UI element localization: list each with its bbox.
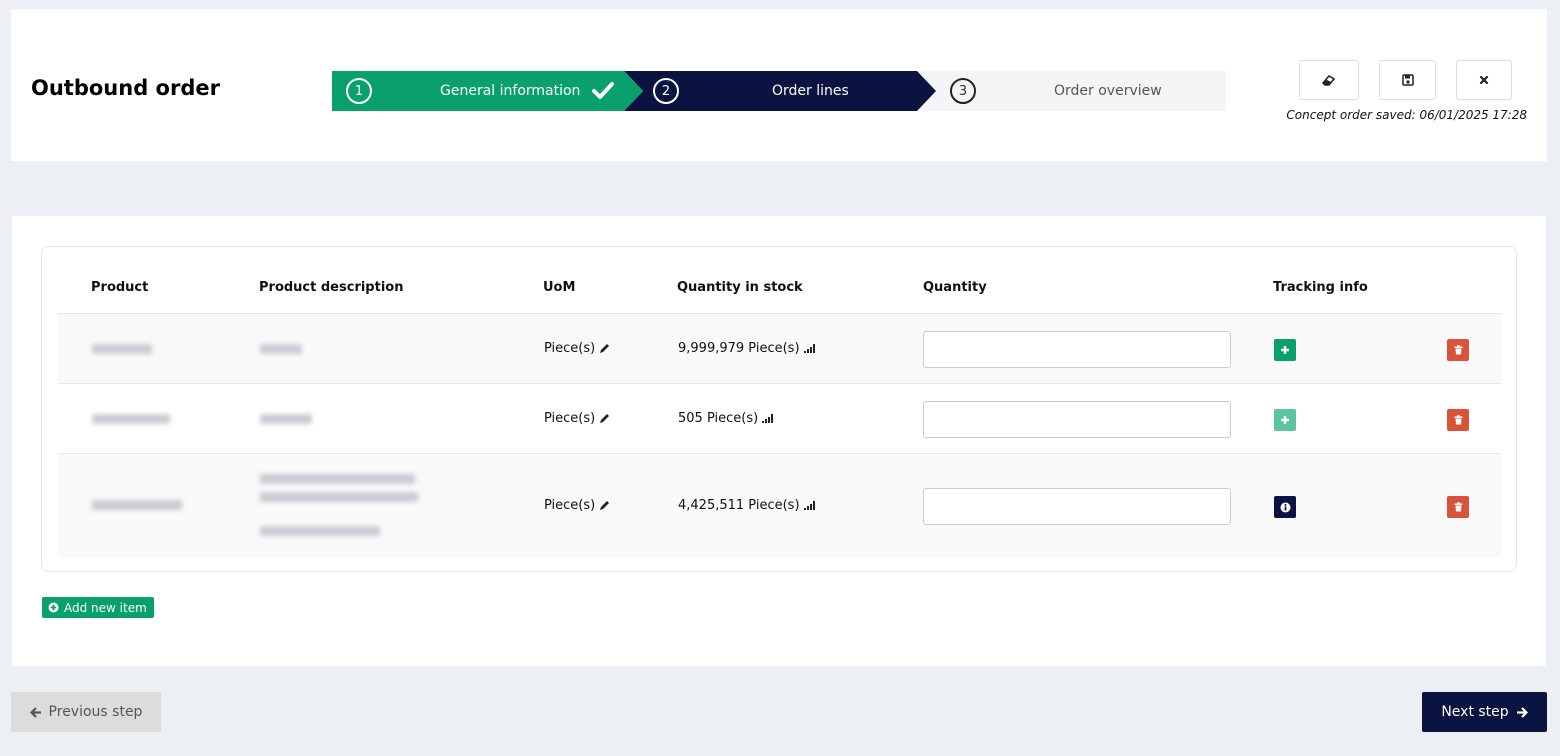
trash-icon — [1454, 345, 1462, 355]
delete-row-button[interactable] — [1447, 339, 1469, 361]
step-order-overview[interactable]: 3 Order overview — [917, 71, 1226, 111]
step-label: Order lines — [772, 83, 849, 99]
close-icon — [1479, 75, 1489, 85]
table-row: Piece(s) 9,999,979 Piece(s) — [58, 313, 1501, 383]
product-description-redacted — [260, 344, 302, 354]
column-header-quantity: Quantity — [923, 280, 987, 295]
table-row: Piece(s) 505 Piece(s) — [58, 383, 1501, 453]
step-general-information[interactable]: 1 General information — [332, 71, 643, 111]
delete-row-button[interactable] — [1447, 409, 1469, 431]
stock-value: 505 Piece(s) — [678, 411, 759, 426]
previous-step-button[interactable]: Previous step — [11, 692, 161, 732]
step-label: General information — [440, 83, 581, 99]
close-button[interactable] — [1456, 60, 1512, 100]
uom-value: Piece(s) — [544, 498, 596, 513]
order-lines-table: Product Product description UoM Quantity… — [41, 246, 1517, 572]
add-tracking-button[interactable] — [1274, 409, 1296, 431]
pencil-icon — [600, 414, 610, 423]
stock-cell: 4,425,511 Piece(s) — [678, 498, 817, 513]
step-number: 3 — [950, 78, 976, 104]
step-label: Order overview — [1054, 83, 1162, 99]
stock-value: 4,425,511 Piece(s) — [678, 498, 800, 513]
product-description-redacted — [260, 526, 380, 536]
saved-status-text: Concept order saved: 06/01/2025 17:28 — [1286, 108, 1527, 122]
step-number: 2 — [653, 78, 679, 104]
product-code-redacted — [92, 414, 170, 424]
arrow-left-icon — [29, 706, 41, 718]
column-header-product: Product — [91, 280, 149, 295]
trash-icon — [1454, 415, 1462, 425]
main-card: Product Product description UoM Quantity… — [12, 216, 1546, 666]
quantity-input[interactable] — [923, 331, 1231, 368]
product-code-redacted — [92, 344, 152, 354]
plus-icon — [1281, 416, 1289, 424]
stock-cell: 505 Piece(s) — [678, 411, 775, 426]
save-button[interactable] — [1379, 60, 1436, 100]
uom-value: Piece(s) — [544, 341, 596, 356]
add-tracking-button[interactable] — [1274, 339, 1296, 361]
product-description-redacted — [260, 474, 415, 484]
trash-icon — [1454, 502, 1462, 512]
product-description-redacted — [260, 492, 418, 502]
next-step-label: Next step — [1441, 704, 1509, 720]
step-number: 1 — [346, 78, 372, 104]
column-header-product-description: Product description — [259, 280, 404, 295]
stock-cell: 9,999,979 Piece(s) — [678, 341, 817, 356]
next-step-button[interactable]: Next step — [1422, 692, 1547, 732]
uom-cell[interactable]: Piece(s) — [544, 411, 610, 426]
quantity-input[interactable] — [923, 401, 1231, 438]
stock-levels-icon — [803, 344, 815, 353]
uom-value: Piece(s) — [544, 411, 596, 426]
uom-cell[interactable]: Piece(s) — [544, 498, 610, 513]
pencil-icon — [600, 344, 610, 353]
product-code-redacted — [92, 500, 182, 510]
stepper: 1 General information 2 Order lines 3 Or… — [332, 71, 1226, 111]
page-title: Outbound order — [31, 76, 220, 100]
stock-value: 9,999,979 Piece(s) — [678, 341, 800, 356]
step-order-lines[interactable]: 2 Order lines — [624, 71, 936, 111]
clear-button[interactable] — [1299, 60, 1359, 100]
stock-levels-icon — [803, 501, 815, 510]
uom-cell[interactable]: Piece(s) — [544, 341, 610, 356]
plus-circle-icon — [48, 602, 59, 613]
product-description-redacted — [260, 414, 312, 424]
eraser-icon — [1322, 74, 1336, 86]
info-icon — [1280, 502, 1290, 512]
add-new-item-button[interactable]: Add new item — [42, 597, 154, 618]
add-new-item-label: Add new item — [64, 600, 147, 615]
delete-row-button[interactable] — [1447, 496, 1469, 518]
column-header-uom: UoM — [543, 280, 576, 295]
pencil-icon — [600, 501, 610, 510]
tracking-info-button[interactable] — [1274, 496, 1296, 518]
table-row: Piece(s) 4,425,511 Piece(s) — [58, 453, 1501, 557]
save-icon — [1401, 74, 1414, 86]
arrow-right-icon — [1516, 706, 1528, 718]
column-header-quantity-in-stock: Quantity in stock — [677, 280, 803, 295]
previous-step-label: Previous step — [48, 704, 143, 720]
column-header-tracking-info: Tracking info — [1273, 280, 1368, 295]
quantity-input[interactable] — [923, 488, 1231, 525]
check-icon — [592, 82, 614, 99]
plus-icon — [1281, 346, 1289, 354]
header-card: Outbound order 1 General information 2 O… — [11, 9, 1547, 161]
stock-levels-icon — [762, 414, 774, 423]
